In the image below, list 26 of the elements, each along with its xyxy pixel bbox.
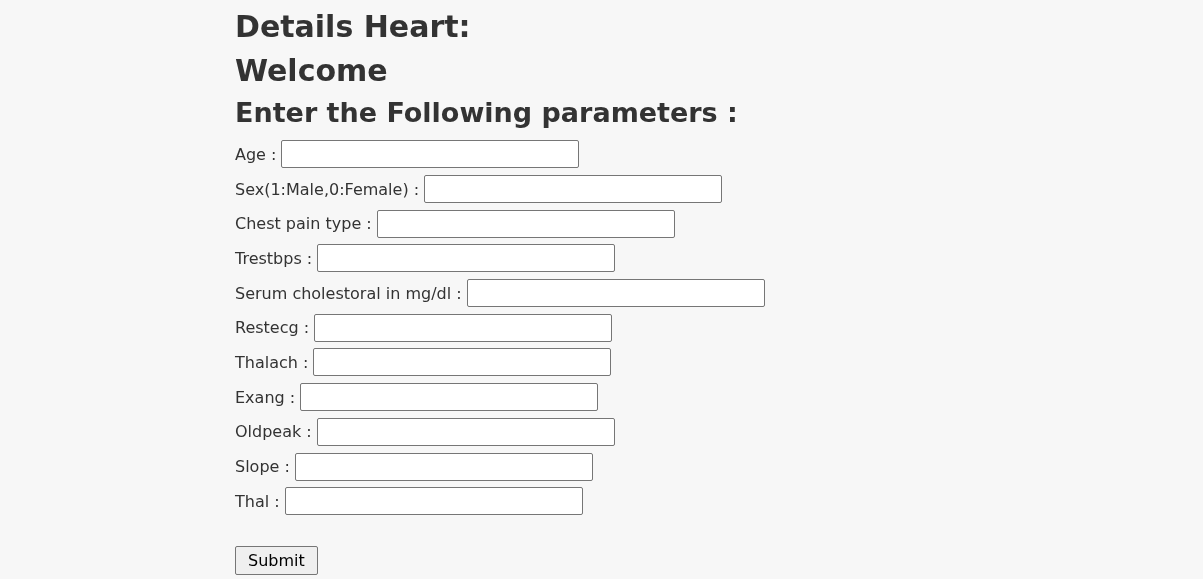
- field-label: Chest pain type :: [235, 214, 372, 234]
- input-field[interactable]: [317, 244, 616, 273]
- submit-button[interactable]: Submit: [235, 545, 318, 575]
- input-field[interactable]: [294, 452, 593, 481]
- field-label: Thalach :: [235, 352, 309, 372]
- heading: Welcome: [235, 52, 388, 90]
- field-label: Trestbps :: [235, 248, 313, 268]
- input-field[interactable]: [313, 348, 612, 377]
- field-label: Slope :: [235, 457, 290, 477]
- input-field[interactable]: [281, 140, 580, 169]
- input-field[interactable]: [284, 487, 583, 516]
- field-label: Oldpeak :: [235, 422, 312, 442]
- field-label: Thal :: [235, 491, 280, 511]
- field-label: Age :: [235, 144, 277, 164]
- field-label: Exang :: [235, 387, 296, 407]
- field-label: Restecg :: [235, 318, 310, 338]
- field-label: Serum cholestoral in mg/dl :: [235, 283, 462, 303]
- input-field[interactable]: [316, 417, 615, 446]
- heading: Details Heart:: [235, 8, 471, 46]
- input-field[interactable]: [376, 209, 675, 238]
- field-label: Sex(1:Male,0:Female) :: [235, 179, 420, 199]
- input-field[interactable]: [314, 313, 613, 342]
- input-field[interactable]: [300, 383, 599, 412]
- input-field[interactable]: [466, 279, 765, 308]
- heading: Enter the Following parameters :: [235, 96, 738, 130]
- input-field[interactable]: [424, 175, 723, 204]
